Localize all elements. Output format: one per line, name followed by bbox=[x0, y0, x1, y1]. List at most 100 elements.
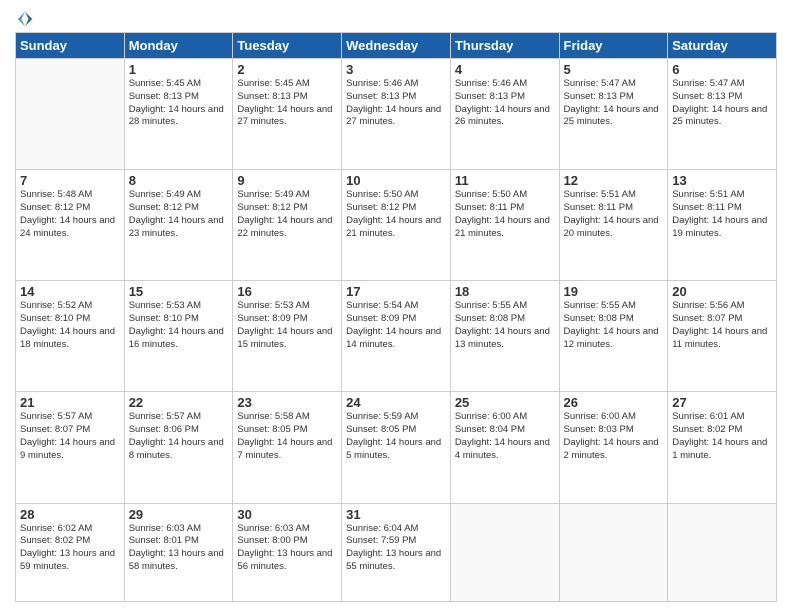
day-info: Sunrise: 6:00 AMSunset: 8:04 PMDaylight:… bbox=[455, 411, 555, 462]
week-row-1: 1 Sunrise: 5:45 AMSunset: 8:13 PMDaylight… bbox=[16, 59, 777, 170]
day-info: Sunrise: 5:50 AMSunset: 8:12 PMDaylight:… bbox=[346, 189, 446, 240]
day-info: Sunrise: 6:04 AMSunset: 7:59 PMDaylight:… bbox=[346, 523, 446, 574]
day-number: 16 bbox=[237, 284, 337, 299]
weekday-header-thursday: Thursday bbox=[450, 33, 559, 59]
day-number: 20 bbox=[672, 284, 772, 299]
calendar-cell: 31Sunrise: 6:04 AMSunset: 7:59 PMDayligh… bbox=[342, 503, 451, 602]
calendar-cell bbox=[450, 503, 559, 602]
calendar-cell: 17Sunrise: 5:54 AMSunset: 8:09 PMDayligh… bbox=[342, 281, 451, 392]
day-number: 24 bbox=[346, 395, 446, 410]
day-info: Sunrise: 5:53 AMSunset: 8:09 PMDaylight:… bbox=[237, 300, 337, 351]
day-info: Sunrise: 5:58 AMSunset: 8:05 PMDaylight:… bbox=[237, 411, 337, 462]
calendar-cell: 11Sunrise: 5:50 AMSunset: 8:11 PMDayligh… bbox=[450, 170, 559, 281]
day-info: Sunrise: 5:53 AMSunset: 8:10 PMDaylight:… bbox=[129, 300, 229, 351]
day-number: 17 bbox=[346, 284, 446, 299]
calendar-cell: 13Sunrise: 5:51 AMSunset: 8:11 PMDayligh… bbox=[668, 170, 777, 281]
day-number: 30 bbox=[237, 507, 337, 522]
calendar-cell: 4Sunrise: 5:46 AMSunset: 8:13 PMDaylight… bbox=[450, 59, 559, 170]
calendar-cell: 5Sunrise: 5:47 AMSunset: 8:13 PMDaylight… bbox=[559, 59, 668, 170]
weekday-header-tuesday: Tuesday bbox=[233, 33, 342, 59]
calendar-cell: 24Sunrise: 5:59 AMSunset: 8:05 PMDayligh… bbox=[342, 392, 451, 503]
calendar-cell: 30Sunrise: 6:03 AMSunset: 8:00 PMDayligh… bbox=[233, 503, 342, 602]
day-number: 19 bbox=[564, 284, 664, 299]
calendar-cell: 7Sunrise: 5:48 AMSunset: 8:12 PMDaylight… bbox=[16, 170, 125, 281]
calendar-cell: 9Sunrise: 5:49 AMSunset: 8:12 PMDaylight… bbox=[233, 170, 342, 281]
day-info: Sunrise: 6:00 AMSunset: 8:03 PMDaylight:… bbox=[564, 411, 664, 462]
calendar-cell: 10Sunrise: 5:50 AMSunset: 8:12 PMDayligh… bbox=[342, 170, 451, 281]
logo bbox=[15, 10, 34, 24]
day-number: 14 bbox=[20, 284, 120, 299]
day-number: 3 bbox=[346, 62, 446, 77]
calendar-cell: 1Sunrise: 5:45 AMSunset: 8:13 PMDaylight… bbox=[124, 59, 233, 170]
page: SundayMondayTuesdayWednesdayThursdayFrid… bbox=[0, 0, 792, 612]
calendar-cell bbox=[668, 503, 777, 602]
calendar-cell: 22Sunrise: 5:57 AMSunset: 8:06 PMDayligh… bbox=[124, 392, 233, 503]
day-number: 21 bbox=[20, 395, 120, 410]
day-number: 29 bbox=[129, 507, 229, 522]
day-info: Sunrise: 5:46 AMSunset: 8:13 PMDaylight:… bbox=[455, 78, 555, 129]
day-number: 8 bbox=[129, 173, 229, 188]
day-number: 25 bbox=[455, 395, 555, 410]
calendar-cell: 27Sunrise: 6:01 AMSunset: 8:02 PMDayligh… bbox=[668, 392, 777, 503]
day-number: 1 bbox=[129, 62, 229, 77]
day-number: 5 bbox=[564, 62, 664, 77]
day-info: Sunrise: 5:52 AMSunset: 8:10 PMDaylight:… bbox=[20, 300, 120, 351]
day-number: 2 bbox=[237, 62, 337, 77]
calendar-cell: 12Sunrise: 5:51 AMSunset: 8:11 PMDayligh… bbox=[559, 170, 668, 281]
calendar-cell: 28Sunrise: 6:02 AMSunset: 8:02 PMDayligh… bbox=[16, 503, 125, 602]
calendar-cell: 18Sunrise: 5:55 AMSunset: 8:08 PMDayligh… bbox=[450, 281, 559, 392]
header bbox=[15, 10, 777, 24]
day-number: 18 bbox=[455, 284, 555, 299]
day-number: 12 bbox=[564, 173, 664, 188]
day-info: Sunrise: 5:47 AMSunset: 8:13 PMDaylight:… bbox=[564, 78, 664, 129]
calendar-cell: 19Sunrise: 5:55 AMSunset: 8:08 PMDayligh… bbox=[559, 281, 668, 392]
day-info: Sunrise: 5:47 AMSunset: 8:13 PMDaylight:… bbox=[672, 78, 772, 129]
day-info: Sunrise: 5:59 AMSunset: 8:05 PMDaylight:… bbox=[346, 411, 446, 462]
weekday-header-sunday: Sunday bbox=[16, 33, 125, 59]
calendar-cell: 26Sunrise: 6:00 AMSunset: 8:03 PMDayligh… bbox=[559, 392, 668, 503]
day-number: 15 bbox=[129, 284, 229, 299]
day-number: 7 bbox=[20, 173, 120, 188]
day-info: Sunrise: 5:49 AMSunset: 8:12 PMDaylight:… bbox=[129, 189, 229, 240]
day-number: 27 bbox=[672, 395, 772, 410]
calendar-cell: 2Sunrise: 5:45 AMSunset: 8:13 PMDaylight… bbox=[233, 59, 342, 170]
day-info: Sunrise: 6:03 AMSunset: 8:01 PMDaylight:… bbox=[129, 523, 229, 574]
calendar-cell: 25Sunrise: 6:00 AMSunset: 8:04 PMDayligh… bbox=[450, 392, 559, 503]
logo-icon bbox=[16, 10, 34, 28]
day-info: Sunrise: 5:54 AMSunset: 8:09 PMDaylight:… bbox=[346, 300, 446, 351]
day-number: 26 bbox=[564, 395, 664, 410]
day-info: Sunrise: 6:01 AMSunset: 8:02 PMDaylight:… bbox=[672, 411, 772, 462]
day-number: 22 bbox=[129, 395, 229, 410]
day-number: 23 bbox=[237, 395, 337, 410]
calendar-cell: 29Sunrise: 6:03 AMSunset: 8:01 PMDayligh… bbox=[124, 503, 233, 602]
day-info: Sunrise: 5:45 AMSunset: 8:13 PMDaylight:… bbox=[237, 78, 337, 129]
day-number: 4 bbox=[455, 62, 555, 77]
day-info: Sunrise: 5:50 AMSunset: 8:11 PMDaylight:… bbox=[455, 189, 555, 240]
day-number: 11 bbox=[455, 173, 555, 188]
day-info: Sunrise: 5:46 AMSunset: 8:13 PMDaylight:… bbox=[346, 78, 446, 129]
day-number: 10 bbox=[346, 173, 446, 188]
calendar-cell bbox=[559, 503, 668, 602]
weekday-header-saturday: Saturday bbox=[668, 33, 777, 59]
day-number: 6 bbox=[672, 62, 772, 77]
calendar-cell: 20Sunrise: 5:56 AMSunset: 8:07 PMDayligh… bbox=[668, 281, 777, 392]
day-info: Sunrise: 5:49 AMSunset: 8:12 PMDaylight:… bbox=[237, 189, 337, 240]
day-info: Sunrise: 5:55 AMSunset: 8:08 PMDaylight:… bbox=[455, 300, 555, 351]
day-number: 13 bbox=[672, 173, 772, 188]
week-row-3: 14Sunrise: 5:52 AMSunset: 8:10 PMDayligh… bbox=[16, 281, 777, 392]
day-number: 28 bbox=[20, 507, 120, 522]
weekday-header-row: SundayMondayTuesdayWednesdayThursdayFrid… bbox=[16, 33, 777, 59]
calendar-cell: 23Sunrise: 5:58 AMSunset: 8:05 PMDayligh… bbox=[233, 392, 342, 503]
day-info: Sunrise: 5:57 AMSunset: 8:07 PMDaylight:… bbox=[20, 411, 120, 462]
calendar-cell: 16Sunrise: 5:53 AMSunset: 8:09 PMDayligh… bbox=[233, 281, 342, 392]
day-info: Sunrise: 5:51 AMSunset: 8:11 PMDaylight:… bbox=[564, 189, 664, 240]
week-row-4: 21Sunrise: 5:57 AMSunset: 8:07 PMDayligh… bbox=[16, 392, 777, 503]
week-row-5: 28Sunrise: 6:02 AMSunset: 8:02 PMDayligh… bbox=[16, 503, 777, 602]
week-row-2: 7Sunrise: 5:48 AMSunset: 8:12 PMDaylight… bbox=[16, 170, 777, 281]
calendar-table: SundayMondayTuesdayWednesdayThursdayFrid… bbox=[15, 32, 777, 602]
day-info: Sunrise: 5:51 AMSunset: 8:11 PMDaylight:… bbox=[672, 189, 772, 240]
day-info: Sunrise: 6:02 AMSunset: 8:02 PMDaylight:… bbox=[20, 523, 120, 574]
weekday-header-wednesday: Wednesday bbox=[342, 33, 451, 59]
calendar-cell bbox=[16, 59, 125, 170]
calendar-cell: 14Sunrise: 5:52 AMSunset: 8:10 PMDayligh… bbox=[16, 281, 125, 392]
